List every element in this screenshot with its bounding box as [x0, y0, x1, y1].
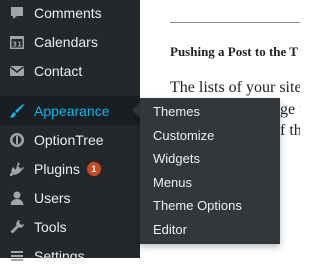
- post-paragraph-line: f th: [280, 122, 300, 139]
- admin-sidebar: Comments 31 Calendars Contact Appearance…: [0, 0, 140, 264]
- calendar-icon: 31: [9, 34, 25, 50]
- divider: [170, 22, 300, 23]
- paintbrush-icon: [9, 103, 25, 119]
- sidebar-item-settings[interactable]: Settings: [0, 241, 140, 270]
- wrench-icon: [9, 219, 25, 235]
- flyout-pointer: [132, 102, 140, 118]
- plugins-update-badge: 1: [86, 161, 101, 176]
- sidebar-item-calendars[interactable]: 31 Calendars: [0, 27, 140, 56]
- appearance-submenu: Themes Customize Widgets Menus Theme Opt…: [140, 98, 280, 244]
- submenu-item-editor[interactable]: Editor: [153, 222, 187, 237]
- sidebar-item-label: Appearance: [34, 102, 110, 119]
- sidebar-item-label: Plugins: [34, 160, 80, 177]
- sidebar-item-comments[interactable]: Comments: [0, 0, 140, 27]
- sidebar-item-label: Settings: [34, 247, 85, 264]
- sidebar-item-label: Contact: [34, 62, 83, 79]
- envelope-icon: [9, 63, 25, 79]
- settings-icon: [9, 248, 25, 264]
- comment-icon: [9, 5, 25, 21]
- sidebar-item-label: Users: [34, 189, 71, 206]
- post-heading: Pushing a Post to the T: [170, 44, 298, 59]
- submenu-item-menus[interactable]: Menus: [153, 175, 192, 190]
- sidebar-item-contact[interactable]: Contact: [0, 56, 140, 85]
- sidebar-item-optiontree[interactable]: OptionTree: [0, 125, 140, 154]
- post-paragraph-line: ge th: [280, 101, 300, 118]
- post-paragraph-line: The lists of your site a: [170, 79, 300, 96]
- submenu-item-theme-options[interactable]: Theme Options: [153, 198, 242, 213]
- sidebar-item-tools[interactable]: Tools: [0, 212, 140, 241]
- calendar-icon-number: 31: [12, 40, 22, 48]
- sidebar-item-plugins[interactable]: Plugins 1: [0, 154, 140, 183]
- sidebar-item-label: OptionTree: [34, 131, 104, 148]
- optiontree-icon: [9, 132, 25, 148]
- submenu-item-customize[interactable]: Customize: [153, 128, 214, 143]
- sidebar-item-appearance[interactable]: Appearance: [0, 96, 140, 125]
- submenu-item-themes[interactable]: Themes: [153, 104, 200, 119]
- sidebar-item-label: Comments: [34, 4, 102, 21]
- plugin-icon: [9, 161, 25, 177]
- submenu-item-widgets[interactable]: Widgets: [153, 151, 200, 166]
- sidebar-item-label: Calendars: [34, 33, 98, 50]
- sidebar-item-label: Tools: [34, 218, 67, 235]
- user-icon: [9, 190, 25, 206]
- sidebar-item-users[interactable]: Users: [0, 183, 140, 212]
